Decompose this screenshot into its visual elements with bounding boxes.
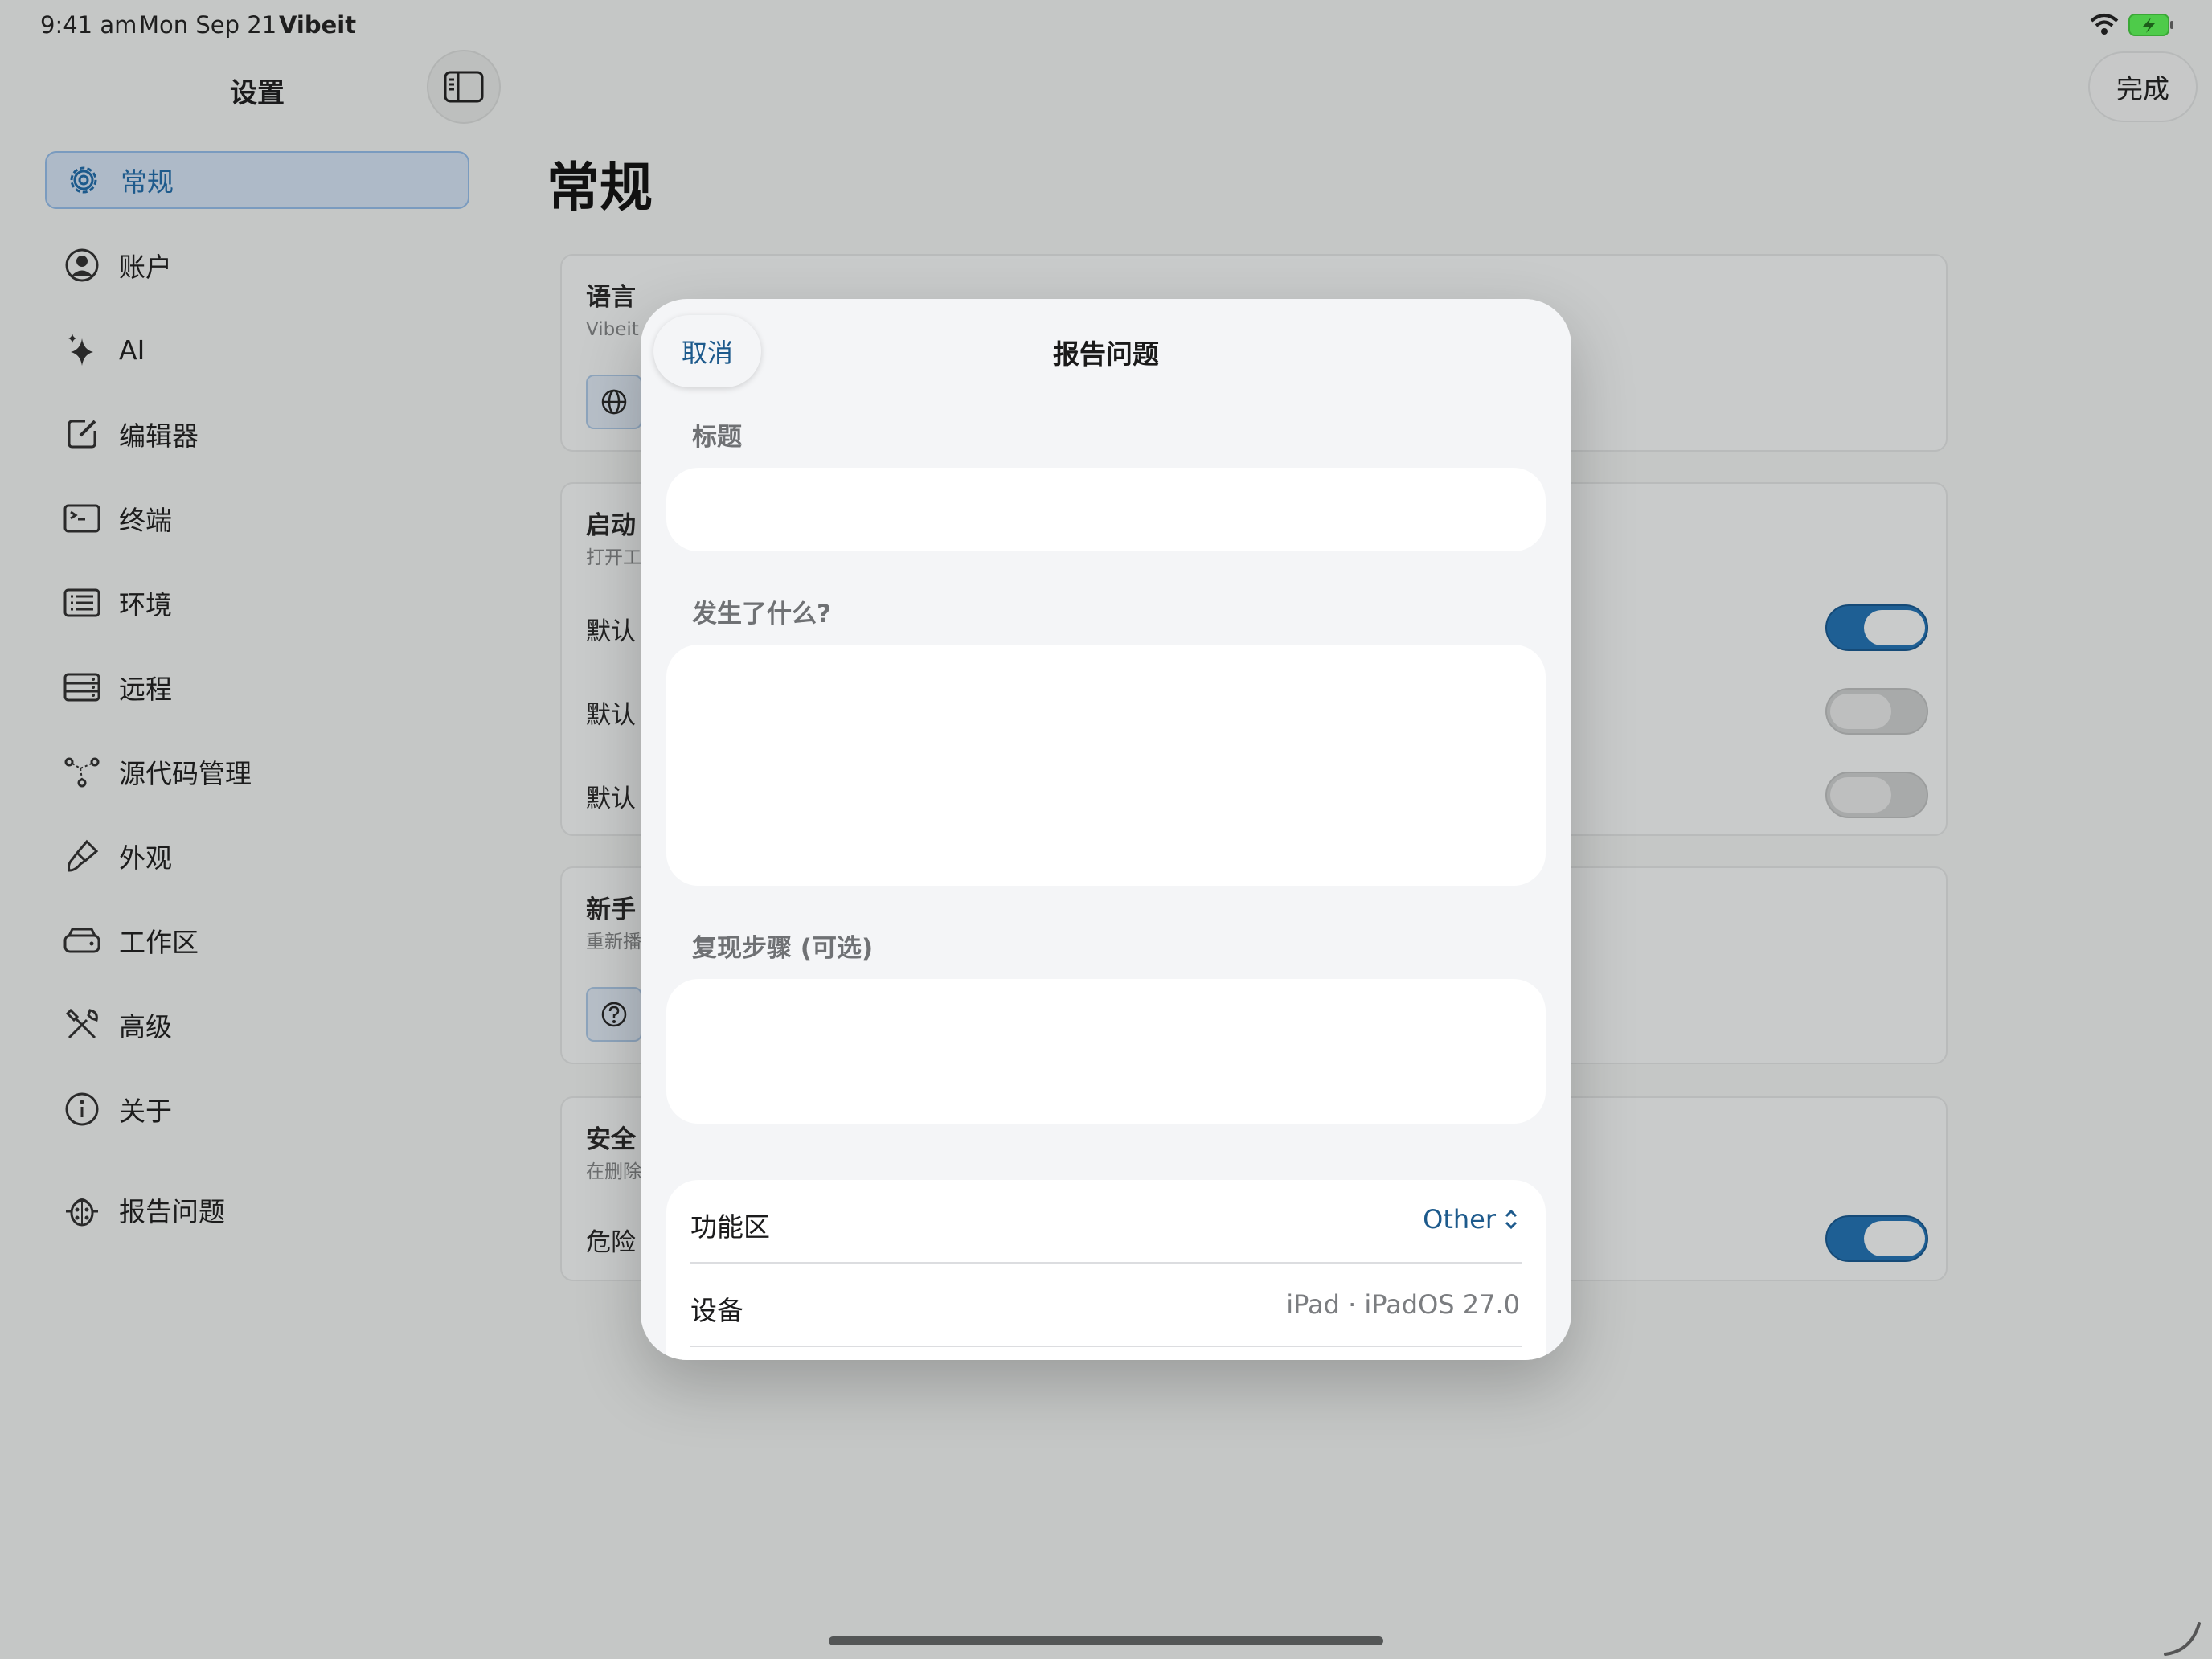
list-icon [63,584,101,622]
sheet-title: 报告问题 [1053,338,1159,370]
sidebar-item-general[interactable]: 常规 [45,151,469,209]
sidebar-item-environment[interactable]: 环境 [45,574,469,632]
feature-area-value: Other [1423,1204,1496,1235]
sidebar-item-label: 常规 [121,166,174,198]
startup-row-label: 默认 [586,701,636,730]
safety-toggle[interactable] [1825,1215,1928,1262]
feature-area-picker[interactable]: Other [1423,1204,1520,1235]
chevron-up-down-icon [1505,1209,1518,1230]
sidebar-item-remote[interactable]: 远程 [45,658,469,716]
sidebar-item-label: 远程 [119,674,172,705]
startup-card-subtitle: 打开工 [586,547,641,568]
server-icon [63,668,101,707]
ladybug-icon [63,1190,101,1229]
sidebar-item-label: 环境 [119,589,172,621]
title-field-label: 标题 [692,423,742,452]
terminal-icon [63,499,101,538]
title-input[interactable] [666,468,1546,551]
what-happened-label: 发生了什么? [692,600,831,629]
tools-icon [63,1006,101,1044]
drive-icon [63,921,101,960]
status-date: Mon Sep 21 [139,11,277,39]
sidebar-item-label: 外观 [119,842,172,874]
startup-row-label: 默认 [586,784,636,813]
divider [690,1262,1522,1264]
sidebar-item-advanced[interactable]: 高级 [45,996,469,1054]
sidebar-item-workspace[interactable]: 工作区 [45,911,469,969]
onboarding-card-subtitle: 重新播 [586,932,641,952]
done-button[interactable]: 完成 [2088,51,2198,122]
startup-card-title: 启动 [586,511,636,540]
branch-icon [63,752,101,791]
toggle-sidebar-button[interactable] [427,50,501,124]
divider [690,1346,1522,1347]
safety-card-subtitle: 在删除 [586,1161,641,1182]
sidebar-item-label: 报告问题 [119,1196,225,1227]
steps-textarea[interactable] [666,979,1546,1124]
report-issue-sheet: 取消 报告问题 标题 发生了什么? 复现步骤 (可选) 功能区 Other 设备… [641,299,1571,1360]
sidebar-item-editor[interactable]: 编辑器 [45,405,469,463]
device-value: iPad · iPadOS 27.0 [1286,1289,1520,1320]
onboarding-button[interactable] [586,987,642,1042]
person-circle-icon [63,246,101,285]
language-card-title: 语言 [586,283,636,312]
sidebar-item-label: 编辑器 [119,420,199,452]
home-indicator [829,1636,1383,1645]
resize-corner-icon [2164,1622,2201,1656]
sidebar-item-label: 关于 [119,1096,172,1127]
sidebar-item-label: 源代码管理 [119,758,252,789]
sidebar-item-label: 终端 [119,505,172,536]
sidebar-item-ai[interactable]: AI [45,321,469,379]
status-app-name: Vibeit [279,11,357,39]
square-pencil-icon [63,415,101,453]
status-time: 9:41 am [40,11,137,39]
info-icon [63,1090,101,1129]
sidebar-title: 设置 [230,77,285,109]
startup-toggle-2[interactable] [1825,688,1928,735]
device-label: 设备 [690,1295,743,1326]
sidebar-item-account[interactable]: 账户 [45,236,469,294]
sidebar-item-about[interactable]: 关于 [45,1080,469,1138]
sidebar-item-label: AI [119,334,145,366]
startup-row-label: 默认 [586,617,636,646]
feature-area-label: 功能区 [690,1211,770,1243]
safety-card-title: 安全 [586,1125,636,1154]
globe-icon [601,389,627,415]
page-title: 常规 [547,157,653,219]
sidebar-item-appearance[interactable]: 外观 [45,827,469,885]
sidebar-item-label: 高级 [119,1011,172,1043]
sidebar-icon [444,71,484,103]
sidebar-item-label: 工作区 [119,927,199,958]
onboarding-card-title: 新手 [586,895,636,924]
paintbrush-icon [63,837,101,875]
sidebar-item-source-control[interactable]: 源代码管理 [45,743,469,801]
sidebar-item-report-issue[interactable]: 报告问题 [45,1181,469,1239]
sidebar-item-label: 账户 [119,252,172,283]
info-group: 功能区 Other 设备 iPad · iPadOS 27.0 [666,1180,1546,1360]
language-button[interactable] [586,375,642,429]
question-circle-icon [601,1002,627,1027]
battery-icon [2128,13,2175,40]
safety-row-label: 危险 [586,1228,636,1257]
what-happened-textarea[interactable] [666,645,1546,886]
gear-icon [64,161,103,199]
wifi-icon [2090,13,2119,40]
sidebar-item-terminal[interactable]: 终端 [45,490,469,547]
startup-toggle-1[interactable] [1825,604,1928,651]
steps-label: 复现步骤 (可选) [692,934,874,963]
startup-toggle-3[interactable] [1825,772,1928,818]
sparkles-icon [63,330,101,369]
